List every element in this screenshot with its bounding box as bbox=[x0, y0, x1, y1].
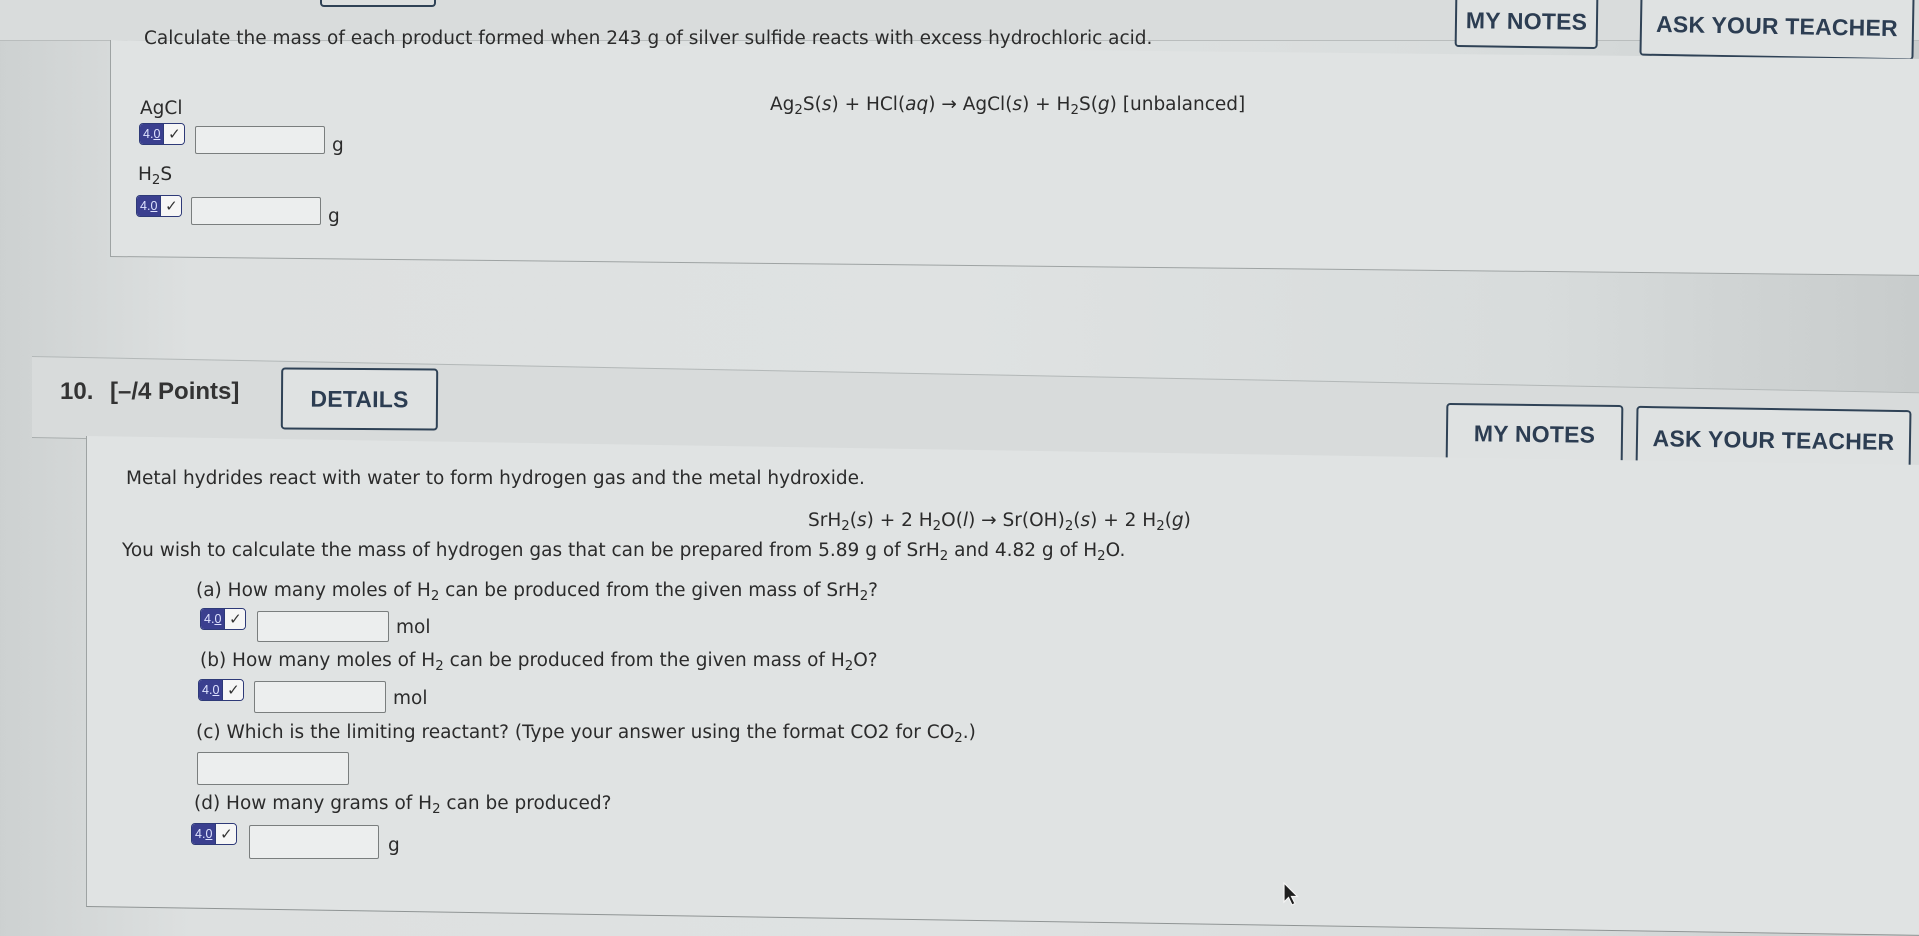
check-icon: ✓ bbox=[160, 196, 182, 216]
unit-label: g bbox=[332, 135, 344, 156]
question-equation: SrH2(s) + 2 H2O(l) → Sr(OH)2(s) + 2 H2(g… bbox=[808, 510, 1191, 534]
unit-label: g bbox=[328, 206, 340, 227]
check-icon: ✓ bbox=[215, 824, 237, 844]
question-number: 10. bbox=[60, 378, 94, 405]
my-notes-label: MY NOTES bbox=[1465, 6, 1588, 35]
attempts-badge[interactable]: 4. 0 ✓ bbox=[191, 823, 238, 845]
answer-label-h2s: H2S bbox=[138, 164, 173, 188]
unit-label: mol bbox=[396, 617, 431, 638]
previous-question-prompt: Calculate the mass of each product forme… bbox=[144, 28, 1153, 49]
ask-your-teacher-label: ASK YOUR TEACHER bbox=[1652, 424, 1895, 455]
part-c-question: (c) Which is the limiting reactant? (Typ… bbox=[196, 722, 976, 746]
badge-value: 4. 0 bbox=[201, 609, 225, 629]
attempts-badge[interactable]: 4. 0 ✓ bbox=[198, 679, 245, 701]
unit-label: mol bbox=[393, 688, 428, 709]
check-icon: ✓ bbox=[163, 124, 185, 144]
agcl-mass-input[interactable] bbox=[195, 126, 325, 154]
attempts-badge[interactable]: 4. 0 ✓ bbox=[139, 123, 186, 145]
badge-value: 4. 0 bbox=[192, 824, 216, 844]
details-label: DETAILS bbox=[310, 385, 409, 412]
mouse-cursor-icon bbox=[1283, 882, 1299, 906]
ask-your-teacher-button-previous[interactable]: ASK YOUR TEACHER bbox=[1639, 0, 1915, 61]
previous-question-body bbox=[110, 40, 1919, 277]
check-icon: ✓ bbox=[224, 609, 246, 629]
part-b-moles-input[interactable] bbox=[254, 681, 386, 713]
unit-label: g bbox=[388, 835, 400, 856]
part-b-question: (b) How many moles of H2 can be produced… bbox=[200, 650, 878, 674]
check-icon: ✓ bbox=[222, 680, 244, 700]
part-a-moles-input[interactable] bbox=[257, 611, 389, 642]
answer-label-agcl: AgCl bbox=[140, 98, 183, 119]
badge-value: 4. 0 bbox=[140, 124, 164, 144]
previous-details-button[interactable] bbox=[320, 0, 436, 7]
previous-question-equation: Ag2S(s) + HCl(aq) → AgCl(s) + H2S(g) [un… bbox=[770, 94, 1246, 118]
part-d-grams-input[interactable] bbox=[249, 825, 379, 859]
badge-value: 4. 0 bbox=[199, 680, 223, 700]
limiting-reactant-input[interactable] bbox=[197, 752, 349, 785]
ask-your-teacher-label: ASK YOUR TEACHER bbox=[1655, 10, 1899, 41]
h2s-mass-input[interactable] bbox=[191, 197, 321, 225]
question-task: You wish to calculate the mass of hydrog… bbox=[122, 540, 1126, 564]
my-notes-button[interactable]: MY NOTES bbox=[1445, 402, 1624, 466]
attempts-badge[interactable]: 4. 0 ✓ bbox=[200, 608, 247, 630]
my-notes-label: MY NOTES bbox=[1473, 419, 1596, 448]
badge-value: 4. 0 bbox=[137, 196, 161, 216]
part-d-question: (d) How many grams of H2 can be produced… bbox=[194, 793, 612, 817]
attempts-badge[interactable]: 4. 0 ✓ bbox=[136, 195, 183, 217]
question-intro: Metal hydrides react with water to form … bbox=[126, 468, 865, 489]
question-points: [–/4 Points] bbox=[110, 378, 240, 405]
part-a-question: (a) How many moles of H2 can be produced… bbox=[196, 580, 878, 604]
details-button[interactable]: DETAILS bbox=[280, 367, 439, 431]
my-notes-button-previous[interactable]: MY NOTES bbox=[1454, 0, 1599, 49]
